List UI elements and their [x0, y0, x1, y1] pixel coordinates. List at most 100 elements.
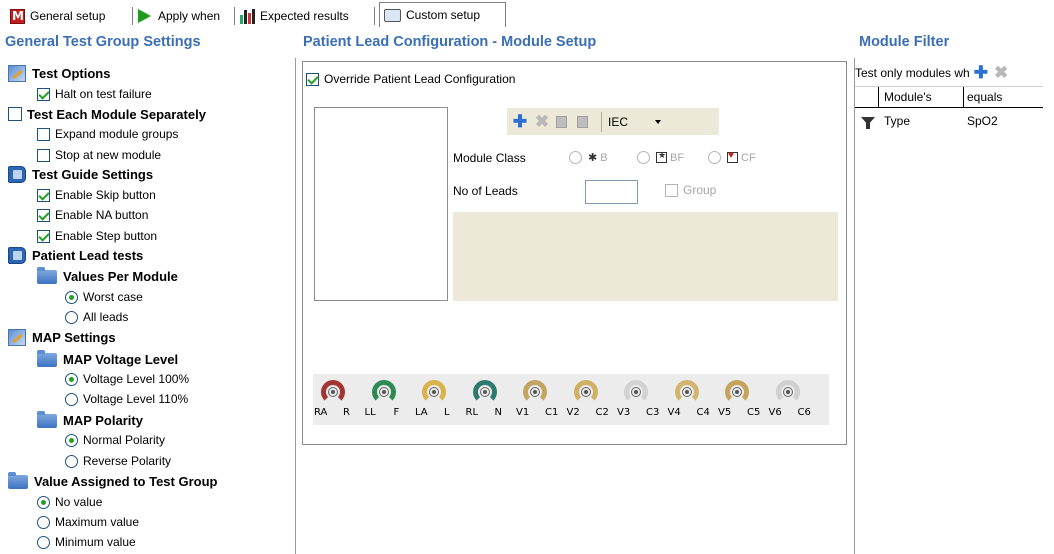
connector-pin-icon [378, 387, 389, 397]
tab-expected-results[interactable]: Expected results [236, 5, 376, 27]
tab-strip: General setup Apply when Expected result… [0, 0, 1054, 33]
lead-connector-rl [472, 380, 497, 404]
no-value-radio[interactable]: No value [37, 492, 102, 512]
test-each-module-checkbox[interactable]: Test Each Module Separately [8, 104, 206, 124]
copy-icon[interactable] [577, 115, 588, 128]
module-class-label: Module Class [453, 151, 526, 165]
map-settings-group: MAP Settings [8, 327, 116, 347]
filter-description: Test only modules wh [855, 66, 970, 80]
book-icon [8, 246, 26, 264]
radio-icon [65, 310, 78, 324]
lead-connector-ra [321, 380, 345, 404]
enable-skip-checkbox[interactable]: Enable Skip button [37, 185, 156, 205]
lead-label-iec: LL [364, 407, 376, 418]
lead-connector-v4 [674, 380, 699, 404]
group-checkbox[interactable]: Group [665, 183, 716, 197]
reverse-polarity-radio[interactable]: Reverse Polarity [65, 451, 171, 471]
standard-dropdown[interactable]: IEC [608, 115, 662, 129]
minimum-value-radio[interactable]: Minimum value [37, 532, 136, 552]
tab-general-setup[interactable]: General setup [6, 5, 134, 27]
all-leads-radio[interactable]: All leads [65, 307, 128, 327]
module-listbox[interactable] [314, 107, 448, 301]
tab-label: General setup [30, 9, 106, 23]
halt-on-failure-checkbox[interactable]: Halt on test failure [37, 84, 152, 104]
no-of-leads-input[interactable] [585, 180, 638, 204]
lead-label-iec: V1 [516, 407, 530, 418]
add-icon[interactable]: ✚ [511, 112, 529, 131]
type-bf-icon [656, 150, 667, 163]
lead-label-iec: LA [415, 407, 428, 418]
remove-filter-icon[interactable]: ✖ [994, 63, 1008, 83]
module-filter-bar: Test only modules wh ✚ ✖ [855, 61, 1054, 85]
delete-icon[interactable]: ✖ [533, 112, 551, 131]
lead-label-aha: C6 [797, 407, 811, 418]
connector-pin-icon [580, 387, 591, 397]
checkbox-icon [8, 107, 22, 121]
connector-pin-icon [328, 387, 338, 397]
module-column-header[interactable]: Module's [879, 87, 964, 107]
voltage-100-radio[interactable]: Voltage Level 100% [65, 369, 189, 389]
filter-row[interactable]: Type SpO2 [855, 108, 1043, 134]
lead-connector-ll [371, 380, 396, 404]
voltage-110-radio[interactable]: Voltage Level 110% [65, 389, 188, 409]
filter-module-cell: Type [884, 114, 911, 128]
save-icon[interactable] [556, 115, 567, 128]
checkbox-icon [37, 188, 50, 202]
class-b-radio[interactable]: ✱ B [569, 151, 608, 164]
lead-connector-v6 [775, 380, 800, 404]
add-filter-icon[interactable]: ✚ [974, 63, 988, 83]
lead-connector-v3 [624, 380, 648, 404]
tools-icon [8, 64, 26, 82]
stop-at-new-module-checkbox[interactable]: Stop at new module [37, 145, 161, 165]
checkbox-icon [37, 208, 50, 222]
worst-case-radio[interactable]: Worst case [65, 287, 143, 307]
lead-connector-v1 [523, 380, 547, 404]
class-bf-radio[interactable]: BF [637, 150, 684, 164]
radio-icon [65, 372, 78, 386]
chevron-down-icon [655, 119, 662, 124]
radio-icon [65, 433, 78, 447]
override-config-checkbox[interactable]: Override Patient Lead Configuration [306, 69, 515, 89]
folder-icon [37, 350, 57, 367]
general-settings-title: General Test Group Settings [5, 34, 201, 50]
filter-value-cell: SpO2 [967, 114, 998, 128]
checkbox-icon [37, 87, 50, 101]
lead-label-iec: V4 [667, 407, 681, 418]
module-filter-title: Module Filter [859, 34, 950, 50]
test-options-group: Test Options [8, 63, 110, 83]
radio-icon [37, 495, 50, 509]
book-icon [8, 165, 26, 183]
radio-icon [708, 151, 721, 164]
connector-pin-icon [479, 387, 490, 397]
lead-config-title: Patient Lead Configuration - Module Setu… [303, 34, 597, 50]
lead-cable-strip: RA R LL F LA L RL N V1 C1 V2 C2 V3 C3 V4 C4 V5 C5 V6 C6 [313, 374, 829, 425]
enable-step-checkbox[interactable]: Enable Step button [37, 226, 157, 246]
checkbox-icon [306, 72, 319, 86]
checkbox-icon [37, 127, 50, 141]
lead-label-iec: RL [465, 407, 479, 418]
class-cf-radio[interactable]: CF [708, 150, 756, 164]
connector-pin-icon [530, 387, 540, 397]
enable-na-checkbox[interactable]: Enable NA button [37, 205, 148, 225]
filter-icon [861, 117, 875, 129]
tab-custom-setup[interactable]: Custom setup [379, 2, 506, 27]
lead-label-iec: V6 [768, 407, 782, 418]
checkbox-icon [665, 183, 678, 197]
module-filter-grid: Module's equals Type SpO2 [855, 86, 1043, 134]
lead-label-aha: C5 [747, 407, 761, 418]
module-toolbar: ✚ ✖ IEC [507, 108, 719, 135]
maximum-value-radio[interactable]: Maximum value [37, 512, 139, 532]
play-icon [138, 9, 151, 23]
lead-config-lower [296, 446, 855, 554]
connector-pin-icon [631, 387, 641, 397]
test-guide-settings-group: Test Guide Settings [8, 164, 153, 184]
radio-icon [569, 151, 582, 164]
m-logo-icon [10, 8, 25, 24]
patient-lead-tests-group: Patient Lead tests [8, 245, 143, 265]
tab-apply-when[interactable]: Apply when [134, 5, 236, 27]
normal-polarity-radio[interactable]: Normal Polarity [65, 430, 165, 450]
lead-label-aha: C4 [696, 407, 710, 418]
no-of-leads-label: No of Leads [453, 184, 518, 198]
equals-column-header[interactable]: equals [964, 87, 1043, 107]
expand-module-groups-checkbox[interactable]: Expand module groups [37, 124, 178, 144]
